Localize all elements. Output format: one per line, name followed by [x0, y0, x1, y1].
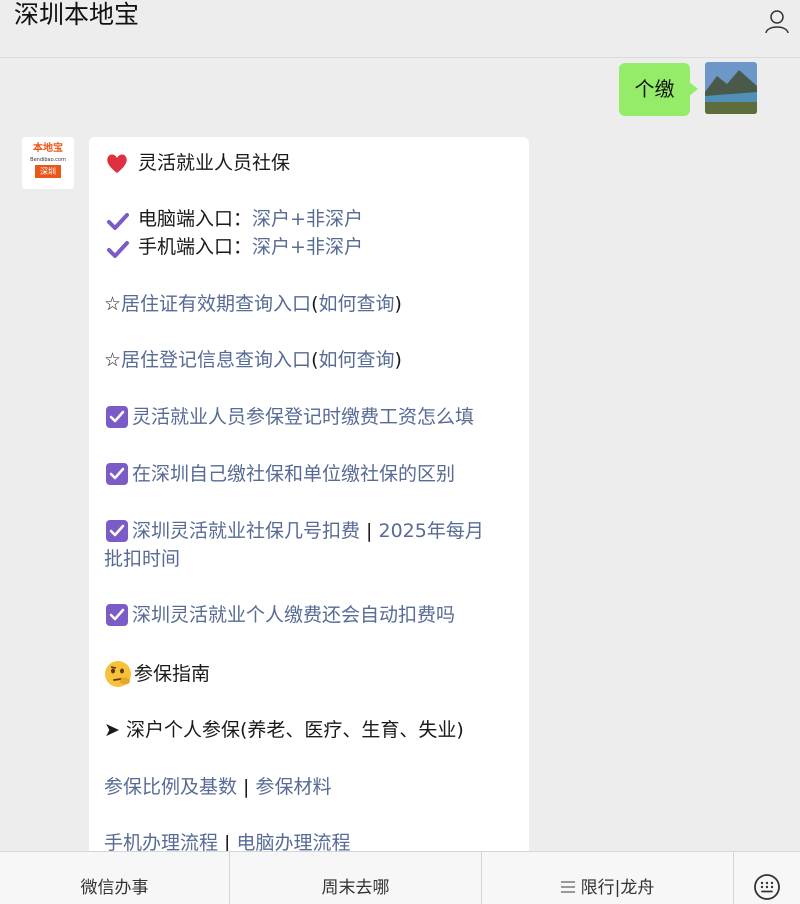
mobile-entry-line: 手机端入口：深户+非深户	[138, 233, 363, 261]
materials-link[interactable]: 参保材料	[256, 776, 332, 798]
menu-label: 限行|龙舟	[580, 878, 655, 898]
menu-item-weekend[interactable]: 周末去哪	[230, 852, 481, 904]
heart-icon	[107, 154, 127, 173]
article-link-1[interactable]: 灵活就业人员参保登记时缴费工资怎么填	[132, 403, 474, 431]
message-title: 灵活就业人员社保	[138, 152, 291, 174]
guide-title: 参保指南	[134, 663, 211, 685]
plus-sign: +	[290, 236, 306, 258]
plus-sign: +	[290, 208, 306, 230]
how-query-link[interactable]: 如何查询	[318, 349, 394, 371]
bottom-menu-bar: 微信办事 周末去哪 限行|龙舟	[0, 851, 800, 904]
checkbox-icon	[106, 604, 128, 626]
check-icon	[107, 241, 129, 258]
how-query-link[interactable]: 如何查询	[318, 293, 394, 315]
chat-header: 深圳本地宝	[0, 0, 800, 58]
article-link-3a[interactable]: 深圳灵活就业社保几号扣费	[132, 520, 360, 542]
menu-item-traffic[interactable]: 限行|龙舟	[482, 852, 733, 904]
menu-label: 微信办事	[80, 878, 149, 898]
pc-shenhu-link[interactable]: 深户	[252, 208, 290, 230]
star-icon: ☆	[104, 349, 122, 371]
hukou-line: ➤ 深户个人参保(养老、医疗、生育、失业)	[104, 716, 464, 744]
logo-domain: Bendibao.com	[30, 157, 66, 163]
paren-close: )	[394, 349, 402, 371]
checkbox-icon	[106, 406, 128, 428]
thinking-face-icon	[105, 661, 131, 687]
mobile-shenhu-link[interactable]: 深户	[252, 236, 290, 258]
residence-register-link[interactable]: 居住登记信息查询入口	[121, 349, 311, 371]
residence-register-line: ☆居住登记信息查询入口(如何查询)	[104, 346, 402, 374]
article-line-3: 深圳灵活就业社保几号扣费 | 2025年每月	[132, 517, 484, 545]
ratio-link[interactable]: 参保比例及基数	[104, 776, 237, 798]
mobile-feishenhu-link[interactable]: 非深户	[306, 236, 363, 258]
checkbox-icon	[106, 520, 128, 542]
logo-name: 本地宝	[33, 143, 63, 154]
article-link-3b-cont[interactable]: 批扣时间	[104, 545, 180, 573]
paren-close: )	[394, 293, 402, 315]
menu-label: 周末去哪	[321, 878, 390, 898]
logo-city: 深圳	[35, 165, 61, 178]
keyboard-icon[interactable]	[734, 852, 800, 904]
submenu-icon	[560, 881, 575, 893]
separator: |	[237, 776, 256, 798]
separator: |	[360, 520, 379, 542]
arrow-icon: ➤	[104, 719, 120, 741]
check-icon	[107, 213, 129, 230]
chat-title: 深圳本地宝	[14, 0, 140, 29]
pc-feishenhu-link[interactable]: 非深户	[306, 208, 363, 230]
pc-entry-line: 电脑端入口：深户+非深户	[138, 205, 363, 233]
pc-entry-label: 电脑端入口：	[138, 208, 253, 230]
residence-permit-line: ☆居住证有效期查询入口(如何查询)	[104, 290, 402, 318]
star-icon: ☆	[104, 293, 122, 315]
mobile-entry-label: 手机端入口：	[138, 236, 253, 258]
my-avatar[interactable]	[705, 62, 757, 114]
article-link-3b[interactable]: 2025年每月	[379, 520, 484, 542]
checkbox-icon	[106, 463, 128, 485]
hukou-text: 深户个人参保(养老、医疗、生育、失业)	[125, 719, 464, 741]
menu-item-wechat-services[interactable]: 微信办事	[0, 852, 229, 904]
article-link-2[interactable]: 在深圳自己缴社保和单位缴社保的区别	[132, 460, 455, 488]
article-link-4[interactable]: 深圳灵活就业个人缴费还会自动扣费吗	[132, 601, 455, 629]
bot-avatar[interactable]: 本地宝 Bendibao.com 深圳	[22, 137, 74, 189]
user-icon[interactable]	[762, 6, 792, 36]
ratio-materials-line: 参保比例及基数 | 参保材料	[104, 773, 332, 801]
outgoing-message[interactable]: 个缴	[619, 63, 698, 116]
residence-permit-link[interactable]: 居住证有效期查询入口	[121, 293, 311, 315]
